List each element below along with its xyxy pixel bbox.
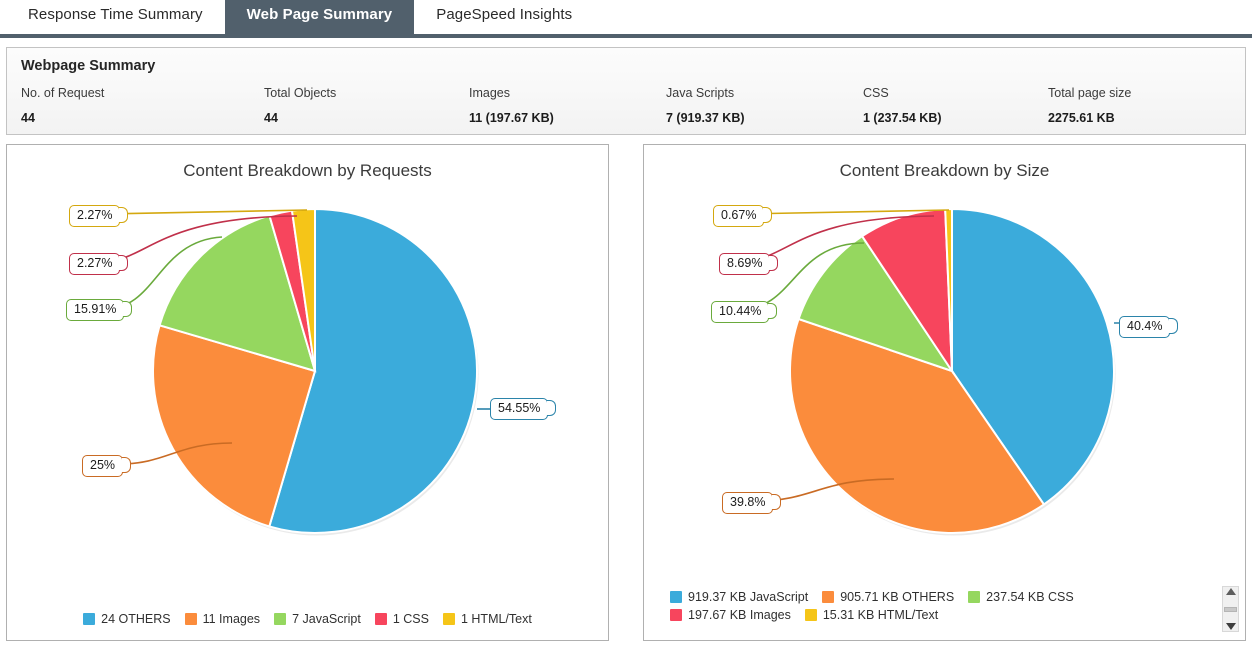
metric-images: Images 11 (197.67 KB): [469, 86, 666, 125]
pie-chart-requests[interactable]: [7, 181, 607, 581]
metric-value: 2275.61 KB: [1048, 111, 1115, 125]
legend-swatch-icon: [670, 609, 682, 621]
scroll-up-arrow-icon[interactable]: [1225, 588, 1236, 595]
legend-label: 197.67 KB Images: [688, 608, 791, 622]
chart-title-requests: Content Breakdown by Requests: [183, 161, 432, 180]
pie-slice-percent-label: 39.8%: [722, 492, 774, 514]
summary-metrics-grid: No. of Request 44 Total Objects 44 Image…: [21, 86, 1231, 125]
tab-response-time-summary[interactable]: Response Time Summary: [6, 0, 225, 34]
metric-value: 11 (197.67 KB): [469, 111, 554, 125]
tab-bar: Response Time Summary Web Page Summary P…: [0, 0, 1252, 38]
callout-pointer: [769, 255, 778, 271]
legend-label: 7 JavaScript: [292, 612, 361, 626]
legend-item[interactable]: 7 JavaScript: [274, 612, 361, 626]
pie-area-size: [644, 181, 1245, 581]
metric-label: CSS: [863, 86, 889, 100]
metric-label: Total page size: [1048, 86, 1132, 100]
callout-pointer: [122, 457, 131, 473]
legend-scrollbar[interactable]: [1222, 586, 1239, 632]
legend-label: 1 CSS: [392, 612, 429, 626]
legend-label: 24 OTHERS: [101, 612, 171, 626]
legend-swatch-icon: [83, 613, 96, 625]
webpage-summary-panel: Webpage Summary No. of Request 44 Total …: [6, 47, 1246, 135]
charts-row: Content Breakdown by Requests 24 OTHERS …: [6, 144, 1246, 641]
pie-slice-percent-label: 25%: [82, 455, 124, 477]
pie-slice-percent-label: 8.69%: [719, 253, 771, 275]
legend-label: 237.54 KB CSS: [986, 590, 1074, 604]
legend-label: 919.37 KB JavaScript: [688, 590, 809, 604]
metric-label: Images: [469, 86, 510, 100]
callout-pointer: [763, 207, 772, 223]
legend-swatch-icon: [968, 591, 981, 603]
legend-item[interactable]: 1 CSS: [374, 612, 429, 626]
pie-area-requests: [7, 181, 608, 581]
metric-label: Total Objects: [264, 86, 337, 100]
metric-total-objects: Total Objects 44: [264, 86, 469, 125]
callout-pointer: [119, 207, 128, 223]
legend-swatch-icon: [804, 609, 817, 621]
legend-item[interactable]: 919.37 KB JavaScript: [670, 590, 808, 604]
legend-size: 919.37 KB JavaScript 905.71 KB OTHERS 23…: [644, 590, 1245, 622]
pie-slice-percent-label: 40.4%: [1119, 316, 1171, 338]
legend-item[interactable]: 15.31 KB HTML/Text: [804, 608, 939, 622]
metric-total-page-size: Total page size 2275.61 KB: [1048, 86, 1248, 125]
metric-value: 44: [21, 111, 35, 125]
legend-item[interactable]: 197.67 KB Images: [670, 608, 791, 622]
metric-no-of-request: No. of Request 44: [21, 86, 264, 125]
callout-pointer: [1169, 318, 1178, 334]
pie-slice-percent-label: 54.55%: [490, 398, 549, 420]
pie-slice-percent-label: 2.27%: [69, 253, 121, 275]
metric-java-scripts: Java Scripts 7 (919.37 KB): [666, 86, 863, 125]
metric-value: 7 (919.37 KB): [666, 111, 745, 125]
pie-slice-percent-label: 10.44%: [711, 301, 770, 323]
callout-pointer: [119, 255, 128, 271]
legend-label: 905.71 KB OTHERS: [840, 590, 955, 604]
callout-pointer: [547, 400, 556, 416]
panel-title: Webpage Summary: [21, 58, 156, 74]
callout-pointer: [123, 301, 132, 317]
scroll-down-arrow-icon[interactable]: [1225, 623, 1236, 630]
tab-web-page-summary[interactable]: Web Page Summary: [224, 0, 415, 34]
pie-slice-percent-label: 15.91%: [66, 299, 125, 321]
callout-pointer: [772, 494, 781, 510]
metric-css: CSS 1 (237.54 KB): [863, 86, 1048, 125]
legend-swatch-icon: [670, 591, 682, 603]
legend-label: 15.31 KB HTML/Text: [822, 608, 939, 622]
pie-slice-percent-label: 2.27%: [69, 205, 121, 227]
legend-label: 11 Images: [202, 612, 261, 626]
metric-value: 44: [264, 111, 278, 125]
legend-item[interactable]: 11 Images: [184, 612, 261, 626]
pie-slice-percent-label: 0.67%: [713, 205, 765, 227]
legend-swatch-icon: [374, 613, 387, 625]
legend-swatch-icon: [274, 613, 287, 625]
legend-item[interactable]: 905.71 KB OTHERS: [822, 590, 954, 604]
legend-item[interactable]: 24 OTHERS: [83, 612, 171, 626]
chart-title-size: Content Breakdown by Size: [839, 161, 1050, 180]
legend-requests: 24 OTHERS 11 Images 7 JavaScript 1 CSS 1…: [7, 612, 608, 626]
pie-chart-size[interactable]: [644, 181, 1244, 581]
metric-label: Java Scripts: [666, 86, 735, 100]
legend-swatch-icon: [822, 591, 835, 603]
callout-pointer: [768, 303, 777, 319]
scroll-thumb[interactable]: [1224, 606, 1237, 612]
tab-pagespeed-insights[interactable]: PageSpeed Insights: [414, 0, 595, 34]
metric-value: 1 (237.54 KB): [863, 111, 942, 125]
metric-label: No. of Request: [21, 86, 105, 100]
legend-label: 1 HTML/Text: [460, 612, 532, 626]
legend-swatch-icon: [442, 613, 455, 625]
legend-item[interactable]: 1 HTML/Text: [442, 612, 532, 626]
legend-swatch-icon: [184, 613, 197, 625]
legend-item[interactable]: 237.54 KB CSS: [968, 590, 1074, 604]
